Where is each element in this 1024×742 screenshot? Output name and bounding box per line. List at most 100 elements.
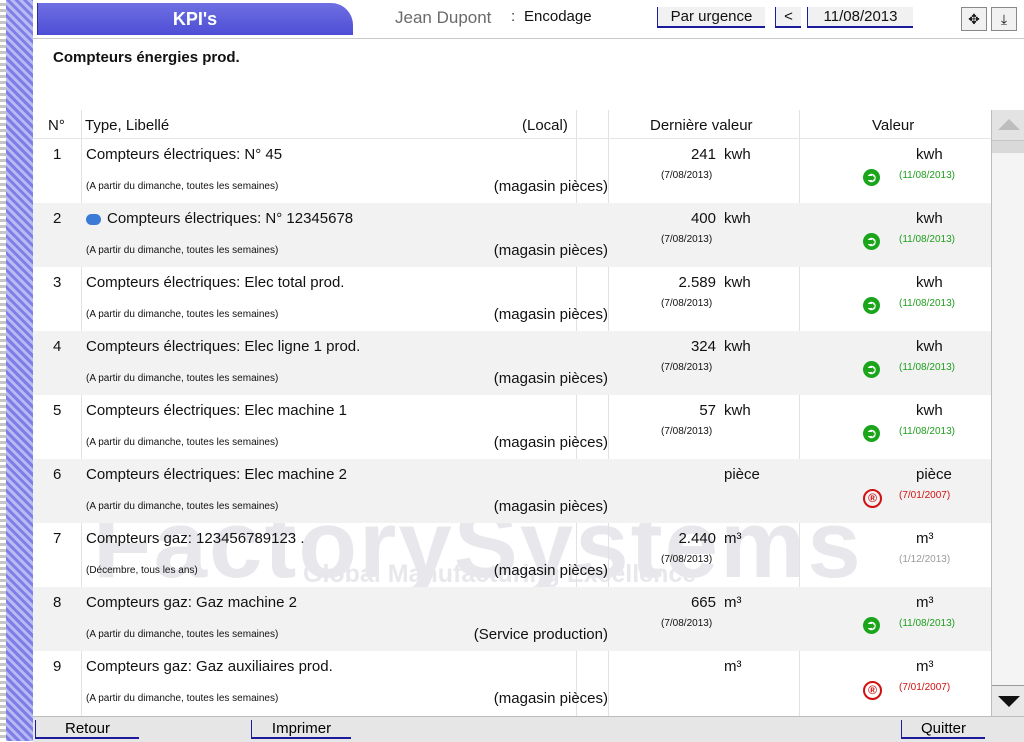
previous-date-button[interactable]: < — [775, 7, 801, 28]
row-label-text: Compteurs gaz: Gaz machine 2 — [86, 594, 297, 611]
last-unit: pièce — [724, 466, 760, 483]
table-row[interactable]: 6 Compteurs électriques: Elec machine 2 (A… — [33, 459, 991, 523]
top-bar: KPI's Jean Dupont : Encodage Par urgence… — [33, 0, 1024, 39]
last-unit: kwh — [724, 402, 751, 419]
last-value: 241 — [690, 146, 716, 163]
row-label-text: Compteurs gaz: 123456789123 . — [86, 530, 305, 547]
table-row[interactable]: 1 Compteurs électriques: N° 45 (A partir d… — [33, 139, 991, 203]
last-unit: kwh — [724, 210, 751, 227]
last-value: 324 — [690, 338, 716, 355]
last-value: 2.440 — [678, 530, 716, 547]
row-label-text: Compteurs électriques: Elec total prod. — [86, 274, 345, 291]
status-date: (11/08/2013) — [899, 618, 955, 629]
row-number: 9 — [53, 658, 62, 675]
row-location: (magasin pièces) — [493, 370, 608, 387]
header-local: (Local) — [522, 117, 568, 134]
last-date: (7/08/2013) — [661, 170, 713, 181]
kpi-table: FactorySystems Global Manufacturing Exce… — [33, 110, 991, 716]
row-label[interactable]: Compteurs électriques: Elec machine 1 — [86, 402, 347, 419]
quit-button[interactable]: Quitter — [901, 720, 985, 739]
row-label-text: Compteurs électriques: N° 12345678 — [107, 210, 354, 227]
header-type: Type, Libellé — [85, 117, 170, 134]
value-unit: kwh — [916, 146, 943, 163]
row-schedule: (A partir du dimanche, toutes les semain… — [86, 629, 279, 640]
user-name: Jean Dupont — [395, 8, 492, 27]
value-unit: m³ — [916, 594, 934, 611]
ok-arrow-icon[interactable]: ➲ — [863, 425, 880, 442]
comment-icon[interactable] — [86, 213, 101, 225]
row-label[interactable]: Compteurs gaz: Gaz auxiliaires prod. — [86, 658, 333, 675]
last-date: (7/08/2013) — [661, 362, 713, 373]
move-icon[interactable]: ✥ — [961, 7, 987, 31]
ok-arrow-icon[interactable]: ➲ — [863, 233, 880, 250]
late-status-icon[interactable]: ® — [863, 681, 882, 700]
last-unit: kwh — [724, 146, 751, 163]
table-row[interactable]: 2 Compteurs électriques: N° 12345678 (A pa… — [33, 203, 991, 267]
row-number: 6 — [53, 466, 62, 483]
sort-urgency-button[interactable]: Par urgence — [657, 7, 765, 28]
late-status-icon[interactable]: ® — [863, 489, 882, 508]
ok-arrow-icon[interactable]: ➲ — [863, 617, 880, 634]
row-schedule: (Décembre, tous les ans) — [86, 565, 198, 576]
scroll-thumb[interactable] — [992, 141, 1024, 153]
download-icon[interactable]: ⤓ — [991, 7, 1017, 31]
ok-arrow-icon[interactable]: ➲ — [863, 169, 880, 186]
window-left-border — [0, 0, 33, 741]
table-row[interactable]: 3 Compteurs électriques: Elec total prod.… — [33, 267, 991, 331]
row-label[interactable]: Compteurs électriques: N° 45 — [86, 146, 282, 163]
row-label[interactable]: Compteurs électriques: Elec machine 2 — [86, 466, 347, 483]
value-unit: pièce — [916, 466, 952, 483]
last-date: (7/08/2013) — [661, 554, 713, 565]
row-number: 4 — [53, 338, 62, 355]
ok-arrow-icon[interactable]: ➲ — [863, 361, 880, 378]
bottom-bar: Retour Imprimer Quitter — [33, 716, 1024, 742]
vertical-scrollbar[interactable] — [991, 110, 1024, 716]
table-row[interactable]: 4 Compteurs électriques: Elec ligne 1 pro… — [33, 331, 991, 395]
header-last-value: Dernière valeur — [650, 117, 753, 134]
header-separator: : — [511, 8, 516, 25]
ok-arrow-icon[interactable]: ➲ — [863, 297, 880, 314]
scroll-up-icon[interactable] — [992, 110, 1024, 141]
row-label[interactable]: Compteurs gaz: Gaz machine 2 — [86, 594, 297, 611]
value-unit: kwh — [916, 210, 943, 227]
row-label[interactable]: Compteurs électriques: Elec total prod. — [86, 274, 344, 291]
value-unit: m³ — [916, 530, 934, 547]
row-location: (magasin pièces) — [493, 242, 608, 259]
row-location: (magasin pièces) — [493, 562, 608, 579]
value-unit: m³ — [916, 658, 934, 675]
last-value: 400 — [690, 210, 716, 227]
row-label-text: Compteurs électriques: Elec ligne 1 prod… — [86, 338, 361, 355]
date-selector[interactable]: 11/08/2013 — [807, 7, 913, 28]
scroll-down-icon[interactable] — [992, 685, 1024, 716]
row-label[interactable]: Compteurs électriques: Elec ligne 1 prod… — [86, 338, 360, 355]
value-unit: kwh — [916, 274, 943, 291]
row-location: (magasin pièces) — [493, 434, 608, 451]
row-label[interactable]: Compteurs gaz: 123456789123 . — [86, 530, 305, 547]
header-value: Valeur — [872, 117, 915, 134]
table-header: N° Type, Libellé (Local) Dernière valeur… — [33, 110, 991, 139]
status-date: (7/01/2007) — [899, 682, 951, 693]
status-date: (11/08/2013) — [899, 298, 955, 309]
table-row[interactable]: 8 Compteurs gaz: Gaz machine 2 (A partir d… — [33, 587, 991, 651]
row-label[interactable]: Compteurs électriques: N° 12345678 — [86, 210, 353, 227]
value-unit: kwh — [916, 338, 943, 355]
row-number: 3 — [53, 274, 62, 291]
status-date: (7/01/2007) — [899, 490, 951, 501]
row-label-text: Compteurs électriques: Elec machine 1 — [86, 402, 347, 419]
row-schedule: (A partir du dimanche, toutes les semain… — [86, 181, 279, 192]
tab-kpis[interactable]: KPI's — [37, 3, 353, 35]
table-row[interactable]: 9 Compteurs gaz: Gaz auxiliaires prod. (A … — [33, 651, 991, 715]
row-schedule: (A partir du dimanche, toutes les semain… — [86, 693, 279, 704]
row-label-text: Compteurs gaz: Gaz auxiliaires prod. — [86, 658, 333, 675]
table-row[interactable]: 7 Compteurs gaz: 123456789123 . (Décembre,… — [33, 523, 991, 587]
back-button[interactable]: Retour — [35, 720, 139, 739]
status-date: (11/08/2013) — [899, 234, 955, 245]
row-schedule: (A partir du dimanche, toutes les semain… — [86, 373, 279, 384]
status-date: (11/08/2013) — [899, 362, 955, 373]
last-date: (7/08/2013) — [661, 234, 713, 245]
header-num: N° — [48, 117, 65, 134]
status-date: (11/08/2013) — [899, 426, 955, 437]
print-button[interactable]: Imprimer — [251, 720, 351, 739]
table-row[interactable]: 5 Compteurs électriques: Elec machine 1 (A… — [33, 395, 991, 459]
status-date: (11/08/2013) — [899, 170, 955, 181]
